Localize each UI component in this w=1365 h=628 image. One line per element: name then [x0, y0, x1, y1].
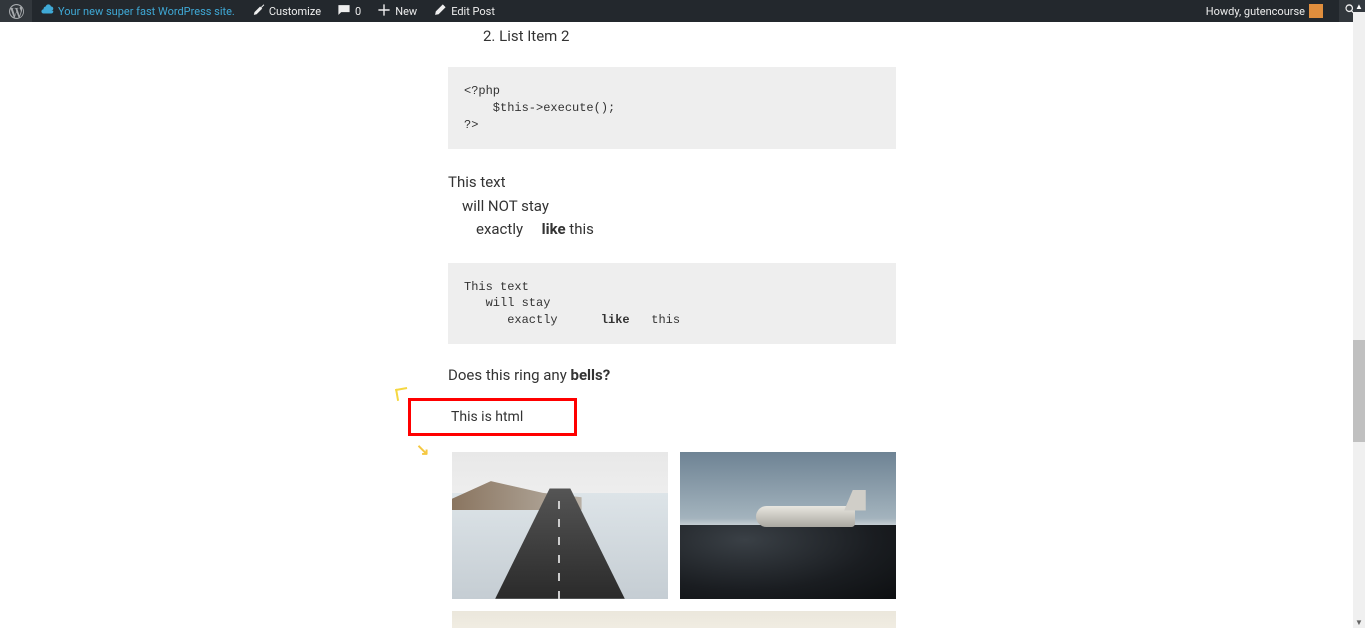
cloud-icon: [40, 3, 54, 20]
bells-text: Does this ring any: [448, 366, 571, 384]
gallery-image-mountains[interactable]: [452, 611, 896, 628]
customize-icon: [251, 3, 265, 20]
verse-bold-word: like: [542, 220, 566, 238]
browser-scrollbar[interactable]: ▲ ▼: [1353, 0, 1365, 628]
pre-text: this: [630, 313, 680, 327]
account-menu[interactable]: Howdy, gutencourse: [1198, 0, 1331, 22]
annotation-mark-icon: [395, 387, 409, 401]
pre-bold-word: like: [601, 313, 630, 327]
image-placeholder-sky: [452, 611, 896, 628]
gallery-image-plane[interactable]: [680, 452, 896, 599]
pre-line-1: This text: [464, 279, 880, 295]
list-number: 2.: [483, 27, 499, 45]
verse-line-1: This text: [448, 171, 1353, 194]
edit-post-menu[interactable]: Edit Post: [425, 0, 503, 22]
image-placeholder-plane: [756, 506, 855, 527]
bells-paragraph: Does this ring any bells?: [448, 366, 1353, 384]
howdy-label: Howdy, gutencourse: [1206, 5, 1305, 18]
highlight-box: This is html: [408, 398, 577, 436]
site-name-label: Your new super fast WordPress site.: [58, 5, 235, 18]
site-name-menu[interactable]: Your new super fast WordPress site.: [32, 0, 243, 22]
preformatted-block: This text will stay exactly like this: [448, 263, 896, 344]
verse-text-block: This text will NOT stay exactly like thi…: [448, 171, 1353, 241]
verse-word: exactly: [476, 220, 523, 238]
pre-text: will stay: [464, 296, 550, 310]
scrollbar-up-icon[interactable]: ▲: [1353, 0, 1365, 12]
image-placeholder-ground: [680, 525, 896, 599]
wp-logo-menu[interactable]: [0, 0, 32, 22]
gallery-image-road[interactable]: [452, 452, 668, 599]
verse-word: this: [566, 220, 594, 238]
list-item-text: List Item 2: [499, 27, 569, 45]
edit-icon: [433, 3, 447, 20]
admin-bar-left: Your new super fast WordPress site. Cust…: [0, 0, 503, 22]
new-label: New: [395, 5, 417, 18]
post-content: 2. List Item 2 <?php $this->execute(); ?…: [0, 27, 1353, 628]
pre-line-2: will stay: [464, 295, 880, 311]
comments-menu[interactable]: 0: [329, 0, 369, 22]
pre-text: exactly: [464, 313, 601, 327]
content-wrapper: 2. List Item 2 <?php $this->execute(); ?…: [0, 22, 1353, 628]
verse-line-3: exactly like this: [448, 218, 1353, 241]
html-block-wrapper: This is html ↘: [448, 398, 896, 436]
pre-line-3: exactly like this: [464, 312, 880, 328]
admin-bar-right: Howdy, gutencourse: [1198, 0, 1361, 22]
avatar: [1309, 4, 1323, 18]
verse-line-2: will NOT stay: [448, 195, 1353, 218]
wp-admin-bar: Your new super fast WordPress site. Cust…: [0, 0, 1365, 22]
code-block-php: <?php $this->execute(); ?>: [448, 67, 896, 149]
html-block-text: This is html: [451, 409, 523, 425]
wordpress-logo-icon: [8, 3, 24, 19]
plus-icon: [377, 3, 391, 20]
image-gallery: [452, 452, 900, 628]
new-content-menu[interactable]: New: [369, 0, 425, 22]
edit-post-label: Edit Post: [451, 5, 495, 18]
scrollbar-down-icon[interactable]: ▼: [1353, 616, 1365, 628]
bells-bold: bells?: [571, 366, 611, 384]
ordered-list-item: 2. List Item 2: [483, 27, 1353, 45]
comments-count: 0: [355, 5, 361, 18]
image-placeholder-roadline: [558, 496, 560, 599]
customize-label: Customize: [269, 5, 321, 18]
scrollbar-thumb[interactable]: [1353, 340, 1365, 442]
comment-icon: [337, 3, 351, 20]
customize-menu[interactable]: Customize: [243, 0, 329, 22]
annotation-arrow-icon: ↘: [416, 440, 429, 459]
